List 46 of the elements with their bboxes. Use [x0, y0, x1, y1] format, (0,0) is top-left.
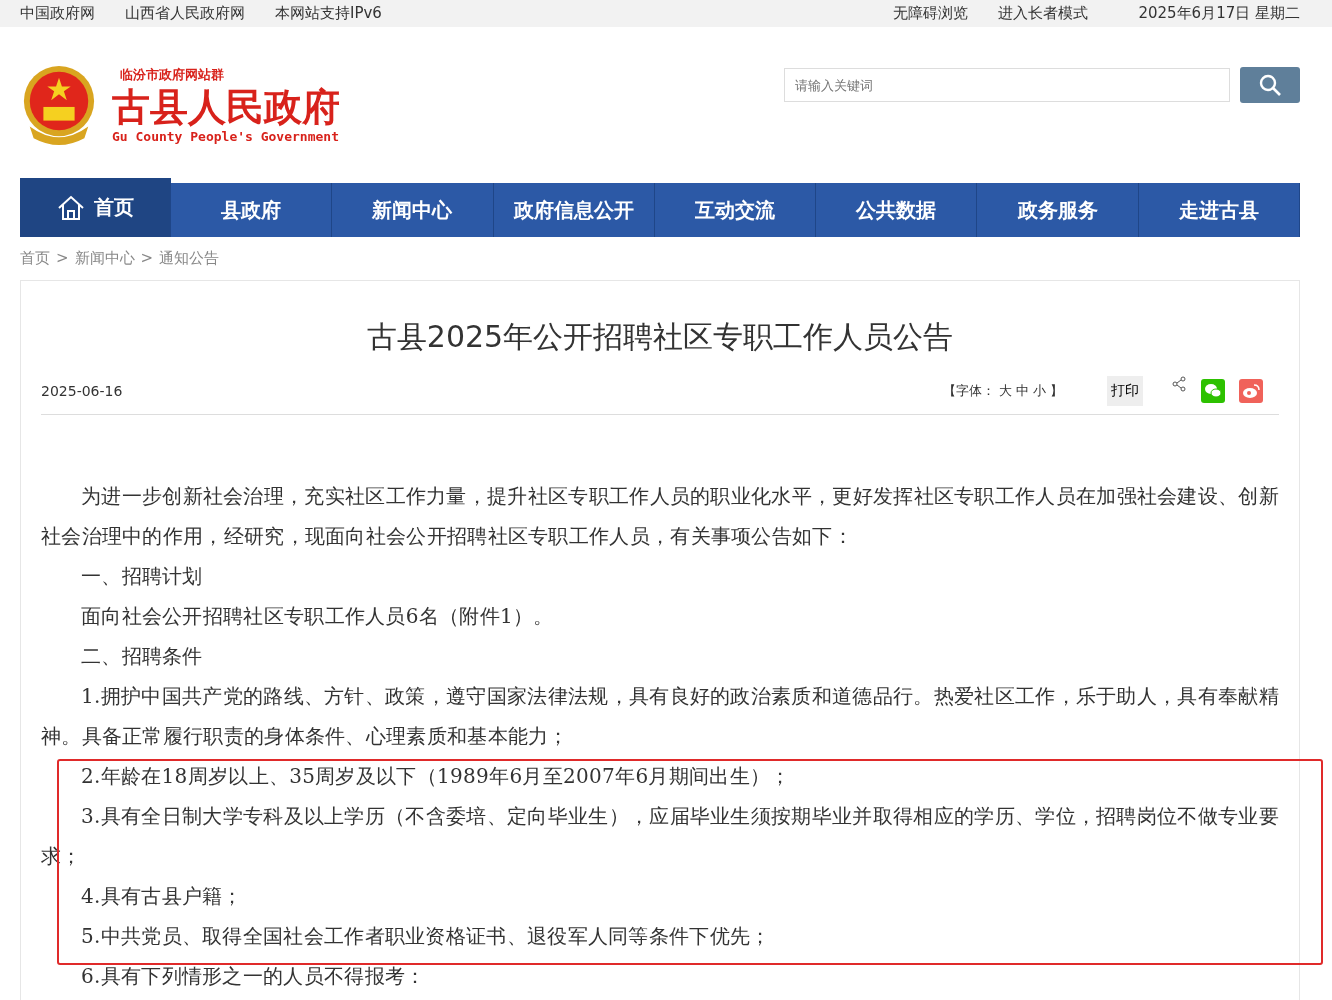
nav-tab[interactable]: 走进古县: [1138, 183, 1300, 237]
top-link[interactable]: 进入长者模式: [998, 4, 1089, 23]
weibo-icon[interactable]: [1239, 379, 1263, 403]
breadcrumb-link[interactable]: 首页: [20, 249, 50, 268]
search-field[interactable]: 请输入关键词: [784, 68, 1230, 102]
font-size-link[interactable]: 小: [1033, 382, 1046, 400]
nav-tab[interactable]: 首页: [20, 178, 171, 237]
breadcrumb-separator: >: [56, 249, 69, 268]
current-date: 2025年6月17日 星期二: [1138, 4, 1300, 23]
article-paragraph: 2.年龄在18周岁以上、35周岁及以下（1989年6月至2007年6月期间出生）；: [80, 763, 792, 790]
article-paragraph: 面向社会公开招聘社区专职工作人员6名（附件1）。: [80, 603, 555, 630]
breadcrumb-link[interactable]: 通知公告: [159, 249, 220, 268]
top-link[interactable]: 山西省人民政府网: [125, 4, 245, 23]
home-icon: [56, 193, 86, 222]
font-size-label: 【字体：: [943, 382, 995, 400]
article-title: 古县2025年公开招聘社区专职工作人员公告: [365, 318, 955, 356]
article-paragraph: 一、招聘计划: [80, 563, 204, 590]
article-paragraph: 5.中共党员、取得全国社会工作者职业资格证书、退役军人同等条件下优先；: [80, 923, 772, 950]
font-size-link[interactable]: 中: [1016, 382, 1029, 400]
article-paragraph: 4.具有古县户籍；: [80, 883, 244, 910]
font-size-label: 】: [1050, 382, 1063, 400]
article-paragraph: 1.拥护中国共产党的路线、方针、政策，遵守国家法律法规，具有良好的政治素质和道德品行。热爱社区工作，乐于助人，具有奉献精神。具备正常履行职责的身体条件、心理素质和基本能力；: [41, 683, 1279, 750]
nav-tab[interactable]: 互动交流: [654, 183, 817, 237]
top-link[interactable]: 无障碍浏览: [893, 4, 969, 23]
publish-date: 2025-06-16: [41, 383, 123, 399]
chat-icon[interactable]: [1201, 379, 1225, 403]
article-paragraph: 6.具有下列情形之一的人员不得报考：: [80, 963, 427, 990]
breadcrumb-link[interactable]: 新闻中心: [74, 249, 135, 268]
nav-tab[interactable]: 新闻中心: [332, 183, 494, 237]
search-button[interactable]: [1240, 67, 1300, 103]
site-name: 古县人民政府: [112, 83, 340, 130]
print-button[interactable]: 打印: [1107, 376, 1143, 406]
article-paragraph: 为进一步创新社会治理，充实社区工作力量，提升社区专职工作人员的职业化水平，更好发挥社区专职工作人员在加强社会建设、创新社会治理中的作用，经研究，现面向社会公开招聘社区专职工作人员，有关事项公告如下：: [41, 483, 1279, 550]
nav-tab[interactable]: 县政府: [171, 183, 333, 237]
site-group-label: 临汾市政府网站群: [120, 65, 225, 84]
nav-tab[interactable]: 公共数据: [816, 183, 978, 237]
nav-tab[interactable]: 政务服务: [977, 183, 1139, 237]
article-paragraph: 二、招聘条件: [80, 643, 204, 670]
share-icon[interactable]: [1171, 376, 1187, 392]
nav-tab[interactable]: 政府信息公开: [493, 183, 655, 237]
search-icon: [1258, 73, 1282, 97]
top-link[interactable]: 本网站支持IPv6: [275, 4, 382, 23]
site-name-english: Gu County People's Government: [112, 129, 340, 145]
top-link[interactable]: 中国政府网: [20, 4, 95, 23]
font-size-link[interactable]: 大: [999, 382, 1012, 400]
breadcrumb-separator: >: [140, 249, 154, 268]
